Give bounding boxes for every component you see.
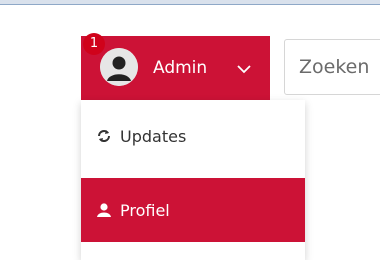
user-icon xyxy=(97,203,111,217)
menu-item-updates[interactable]: Updates xyxy=(81,104,305,168)
user-name: Admin xyxy=(153,58,208,78)
notification-badge[interactable]: 1 xyxy=(83,33,105,55)
user-dropdown-menu: Updates Profiel xyxy=(81,100,305,260)
avatar xyxy=(100,48,138,86)
user-menu-button[interactable]: 1 Admin xyxy=(81,33,270,100)
user-avatar-icon xyxy=(100,48,138,86)
refresh-icon xyxy=(98,130,110,142)
menu-item-profile[interactable]: Profiel xyxy=(81,178,305,242)
search-input[interactable] xyxy=(284,39,380,95)
menu-item-label: Profiel xyxy=(120,200,170,220)
top-bar xyxy=(0,0,380,5)
menu-item-label: Updates xyxy=(120,126,187,146)
chevron-down-icon xyxy=(237,65,251,74)
